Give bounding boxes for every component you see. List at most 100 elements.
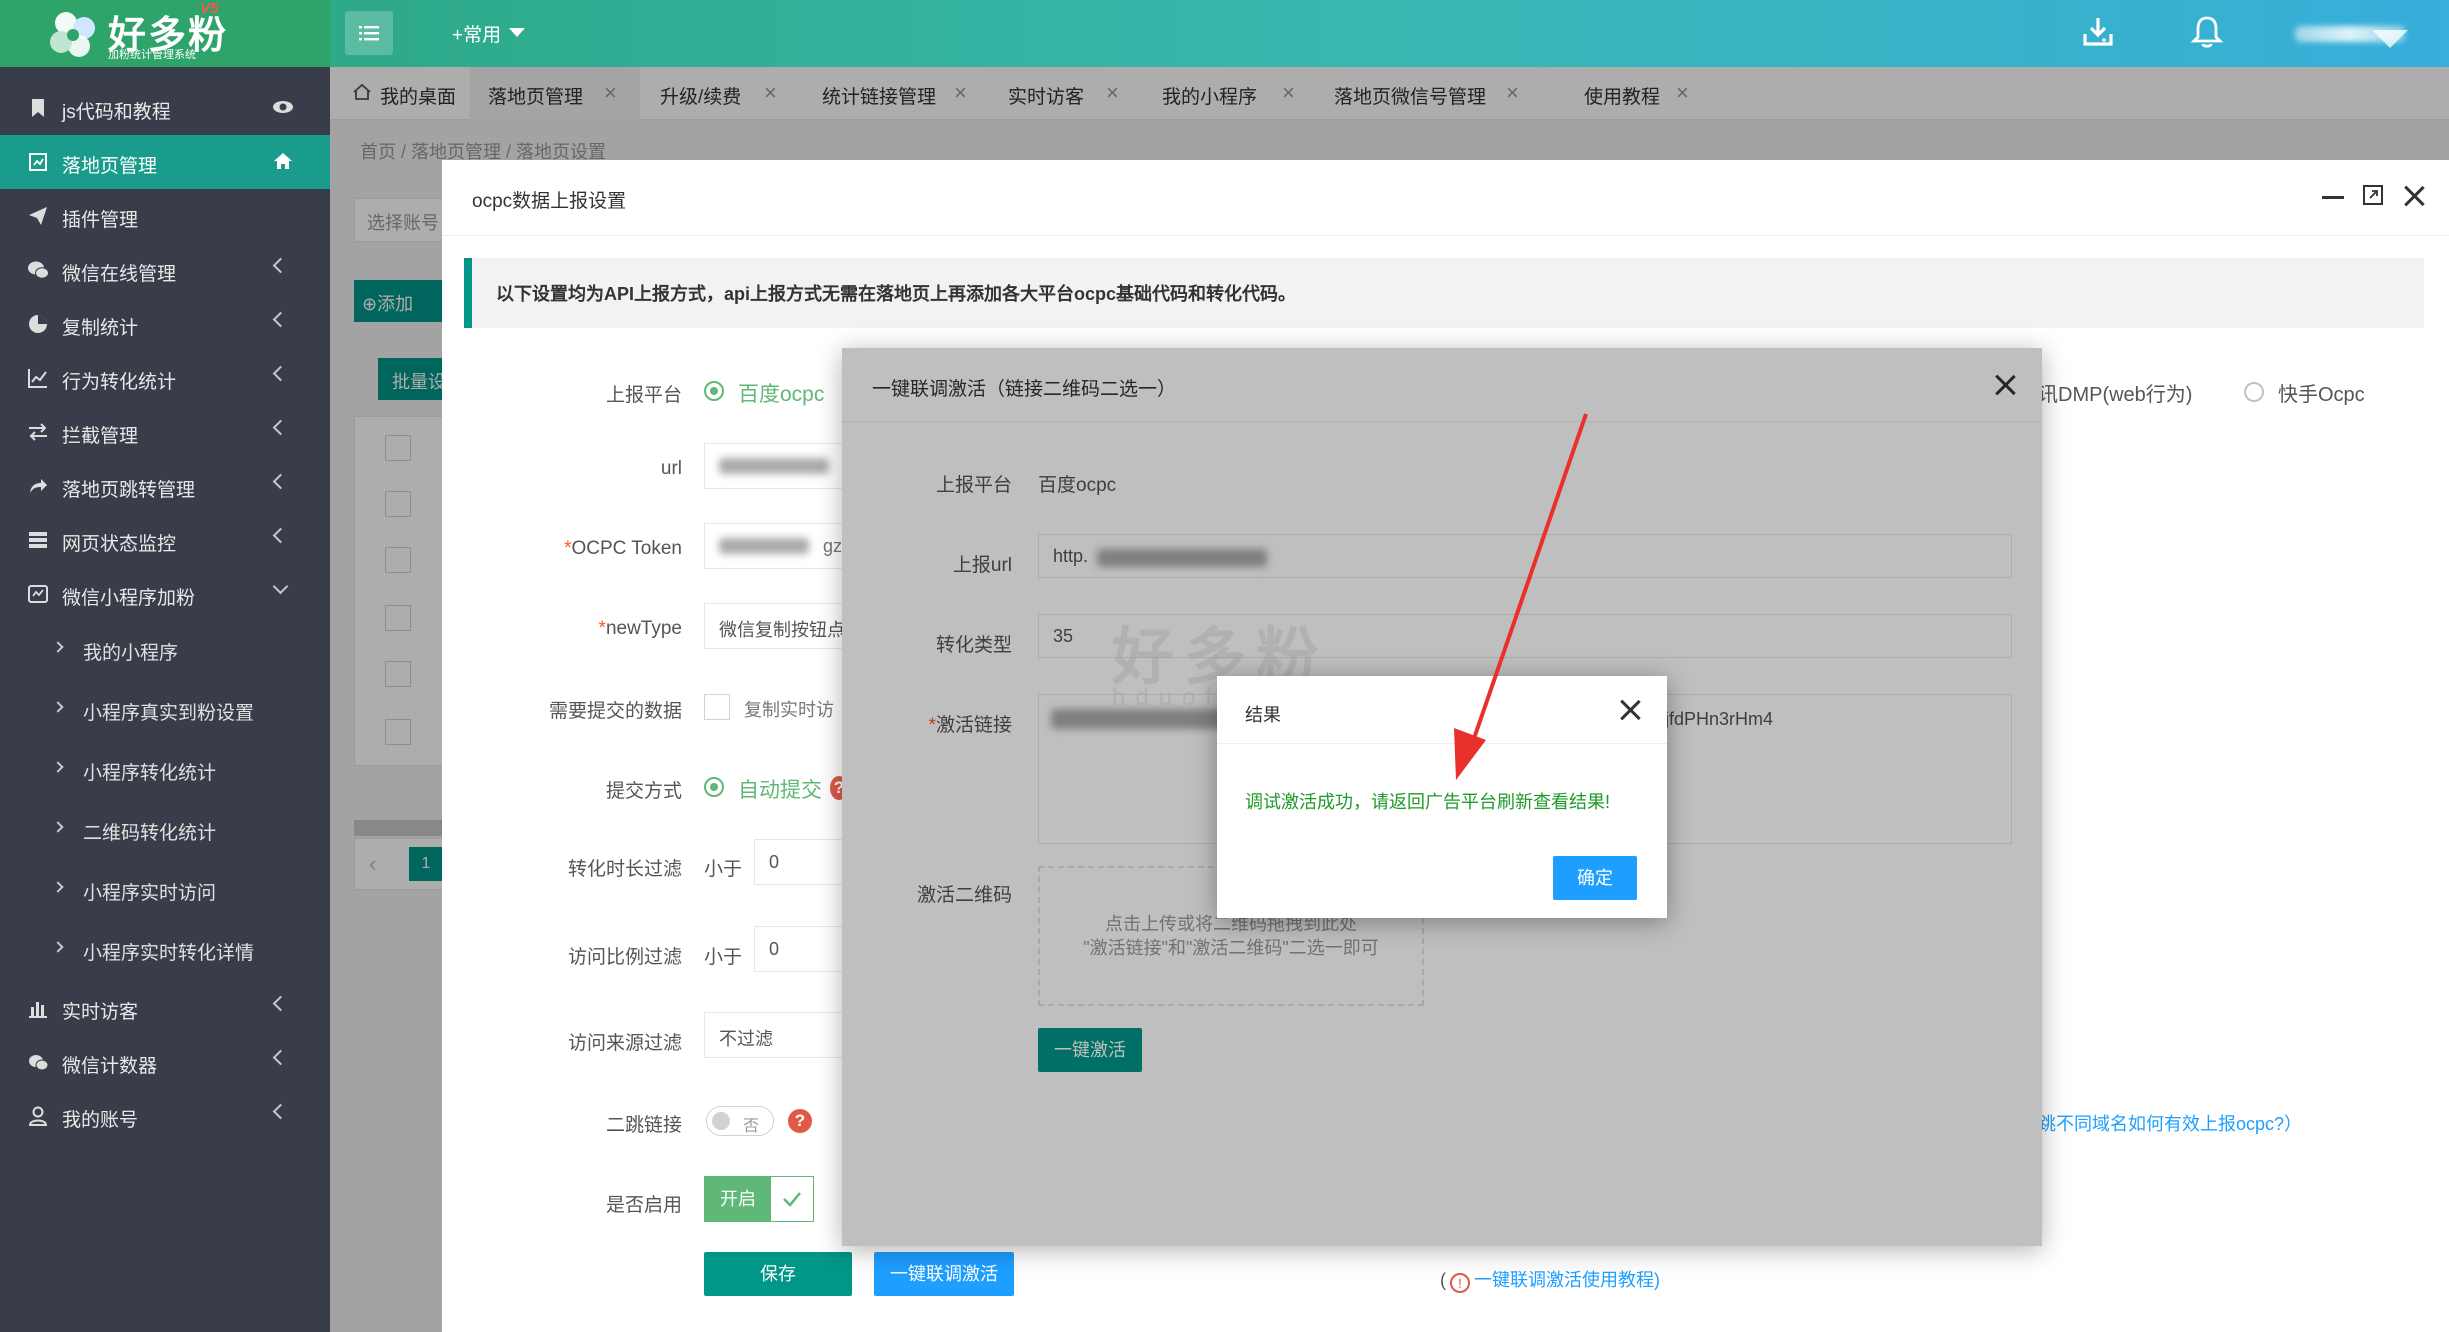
user-caret-icon[interactable] — [2372, 30, 2408, 48]
platform-label: 上报平台 — [605, 385, 682, 406]
close-icon[interactable] — [2403, 185, 2425, 207]
sidebar-item-mini-program[interactable]: 微信小程序加粉 — [0, 567, 330, 621]
landing-page-icon — [29, 153, 47, 171]
sidebar-item-wechat-online[interactable]: 微信在线管理 — [0, 243, 330, 297]
sidebar-item-jump[interactable]: 落地页跳转管理 — [0, 459, 330, 513]
ratio-filter-input[interactable]: 0 — [754, 926, 844, 972]
chevron-right-icon — [52, 821, 64, 833]
sidebar-item-landing-page[interactable]: 落地页管理 — [0, 135, 330, 189]
maximize-icon[interactable] — [2362, 184, 2384, 206]
platform-baidu-text: 百度ocpc — [738, 383, 825, 406]
result-message: 调试激活成功，请返回广告平台刷新查看结果! — [1245, 792, 1610, 812]
submit-data-option: 复制实时访 — [744, 700, 834, 720]
save-button[interactable]: 保存 — [704, 1252, 852, 1296]
hamburger-icon — [359, 26, 379, 41]
home-icon — [274, 153, 292, 169]
sidebar-subitem-qr-stats[interactable]: 二维码转化统计 — [0, 801, 330, 857]
top-header: 好多粉 V5 加粉统计管理系统 +常用 — [0, 0, 2449, 67]
sidebar-item-copy-stats[interactable]: 复制统计 — [0, 297, 330, 351]
sidebar-item-intercept[interactable]: 拦截管理 — [0, 405, 330, 459]
exchange-icon — [29, 423, 47, 441]
sidebar-item-behavior-stats[interactable]: 行为转化统计 — [0, 351, 330, 405]
newtype-label: *newType — [598, 618, 682, 639]
pie-chart-icon — [29, 315, 47, 333]
sidebar-subitem-conversion-stats[interactable]: 小程序转化统计 — [0, 741, 330, 797]
sidebar-item-realtime-visitors[interactable]: 实时访客 — [0, 981, 330, 1035]
token-input[interactable]: gz — [704, 523, 854, 569]
warning-icon: ! — [1450, 1273, 1470, 1293]
blurred-value — [719, 538, 809, 554]
submit-mode-label: 提交方式 — [605, 781, 682, 802]
mini-program-icon — [28, 585, 48, 603]
platform-radio-kuaishou[interactable] — [2244, 382, 2264, 402]
logo[interactable]: 好多粉 V5 加粉统计管理系统 — [0, 0, 330, 67]
submit-mode-radio[interactable] — [704, 777, 724, 797]
sidebar-item-monitor[interactable]: 网页状态监控 — [0, 513, 330, 567]
menu-toggle-button[interactable] — [345, 11, 393, 55]
domain-hint-link[interactable]: 跳不同域名如何有效上报ocpc?） — [2038, 1110, 2302, 1136]
second-jump-switch[interactable]: 否 — [706, 1106, 774, 1136]
chevron-left-icon — [272, 1103, 289, 1120]
bell-icon[interactable] — [2190, 14, 2224, 50]
chevron-left-icon — [272, 1049, 289, 1066]
submit-data-label: 需要提交的数据 — [548, 701, 682, 722]
sidebar-subitem-realtime-detail[interactable]: 小程序实时转化详情 — [0, 921, 330, 977]
blurred-value — [719, 458, 829, 474]
caret-down-icon — [509, 28, 526, 37]
submit-mode-text: 自动提交 — [738, 779, 822, 802]
minimize-icon[interactable] — [2322, 196, 2344, 199]
source-filter-select[interactable]: 不过滤 — [704, 1012, 854, 1058]
chevron-right-icon — [52, 641, 64, 653]
bar-chart-icon — [29, 1002, 47, 1018]
url-input[interactable] — [704, 443, 854, 489]
sidebar-item-js-code[interactable]: js代码和教程 — [0, 81, 330, 135]
eye-icon — [273, 101, 293, 113]
logo-subtitle: 加粉统计管理系统 — [108, 49, 196, 61]
user-icon — [28, 1106, 48, 1126]
dialog-title: ocpc数据上报设置 — [472, 191, 627, 212]
share-icon — [30, 479, 47, 493]
send-icon — [29, 207, 47, 225]
chat-icon — [29, 1055, 49, 1071]
help-icon[interactable]: ? — [788, 1109, 812, 1133]
submit-data-checkbox[interactable] — [704, 694, 730, 720]
platform-kuaishou-text: 快手Ocpc — [2278, 384, 2365, 406]
enable-label: 是否启用 — [605, 1195, 682, 1216]
chevron-left-icon — [272, 995, 289, 1012]
notice-banner: 以下设置均为API上报方式，api上报方式无需在落地页上再添加各大平台ocpc基… — [464, 258, 2424, 328]
chevron-right-icon — [52, 941, 64, 953]
chevron-left-icon — [272, 257, 289, 274]
ok-button[interactable]: 确定 — [1553, 856, 1637, 900]
duration-filter-label: 转化时长过滤 — [567, 859, 682, 880]
chevron-left-icon — [272, 311, 289, 328]
platform-radio-baidu[interactable] — [704, 381, 724, 401]
sidebar-item-plugins[interactable]: 插件管理 — [0, 189, 330, 243]
close-icon[interactable] — [1619, 699, 1641, 721]
tutorial-hint[interactable]: (! 一键联调激活使用教程) — [1440, 1266, 1660, 1293]
sidebar-item-my-account[interactable]: 我的账号 — [0, 1089, 330, 1143]
chevron-right-icon — [52, 701, 64, 713]
duration-filter-prefix: 小于 — [704, 859, 743, 880]
duration-filter-input[interactable]: 0 — [754, 839, 844, 885]
chevron-left-icon — [272, 365, 289, 382]
token-label: *OCPC Token — [564, 538, 682, 559]
chevron-left-icon — [272, 473, 289, 490]
sidebar-subitem-my-mini-program[interactable]: 我的小程序 — [0, 621, 330, 677]
dialog-title: 结果 — [1245, 705, 1281, 725]
chevron-right-icon — [52, 761, 64, 773]
sidebar: js代码和教程 落地页管理 插件管理 微信在线管理 复制统计 行为转化统计 拦截… — [0, 67, 330, 1332]
joint-activate-button[interactable]: 一键联调激活 — [874, 1252, 1014, 1296]
enable-checkbox[interactable]: 开启 — [704, 1176, 814, 1222]
platform-tencent-text: 讯DMP(web行为) — [2038, 384, 2193, 406]
logo-version: V5 — [200, 0, 219, 17]
ratio-filter-prefix: 小于 — [704, 947, 743, 968]
source-filter-label: 访问来源过滤 — [567, 1033, 682, 1054]
second-jump-label: 二跳链接 — [605, 1115, 682, 1136]
download-icon[interactable] — [2080, 14, 2116, 50]
newtype-select[interactable]: 微信复制按钮点 — [704, 603, 854, 649]
sidebar-subitem-realtime-visit[interactable]: 小程序实时访问 — [0, 861, 330, 917]
url-label: url — [660, 458, 682, 479]
sidebar-subitem-real-fans[interactable]: 小程序真实到粉设置 — [0, 681, 330, 737]
common-menu[interactable]: +常用 — [452, 20, 526, 47]
sidebar-item-wechat-counter[interactable]: 微信计数器 — [0, 1035, 330, 1089]
